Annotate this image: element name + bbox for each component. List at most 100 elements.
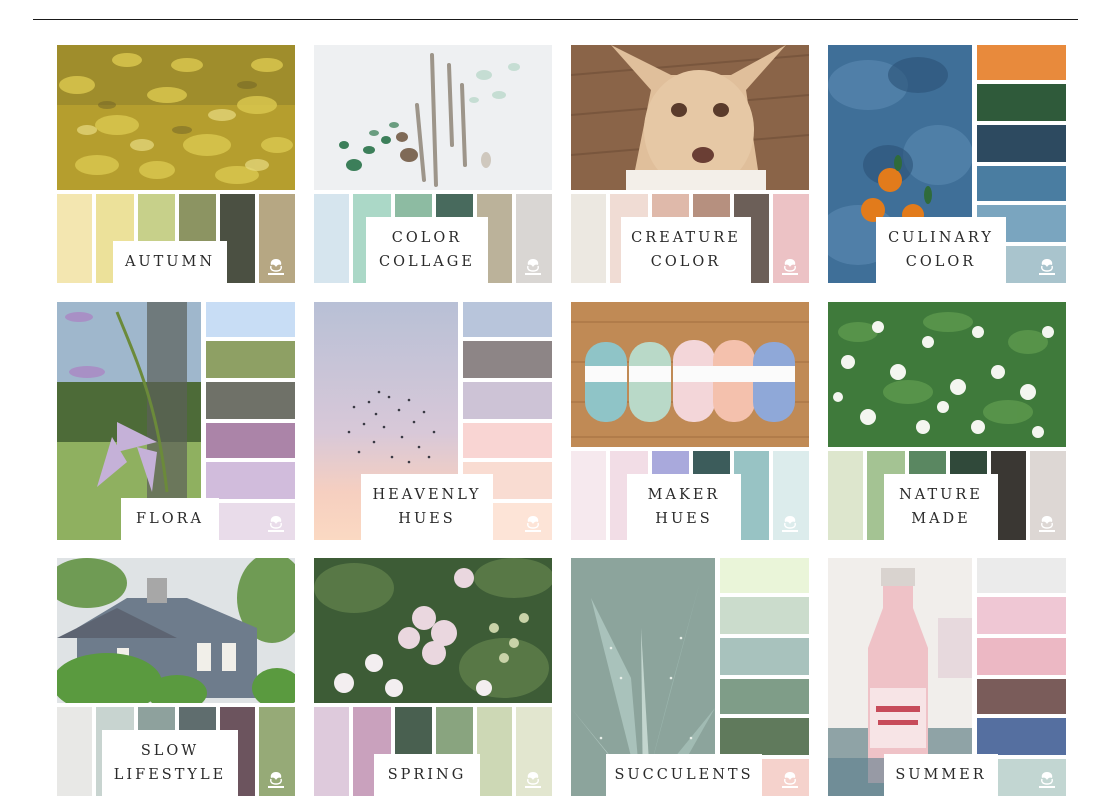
color-collage-photo (314, 45, 552, 190)
spring-title-line-1: SPRING (387, 767, 467, 783)
palette-card-succulents[interactable]: SUCCULENTS (571, 558, 809, 796)
flora-swatch-1 (206, 302, 295, 337)
victorian-house-image (57, 558, 295, 703)
creature-color-title-line-1: CREATURE (631, 230, 741, 246)
succulents-swatch-1 (720, 558, 809, 593)
flora-swatch-5 (206, 462, 295, 499)
seeds-logo-icon (777, 770, 803, 790)
seeds-logo-icon (777, 257, 803, 277)
seeds-logo-icon (263, 514, 289, 534)
spring-photo (314, 558, 552, 703)
palette-card-spring[interactable]: SPRING (314, 558, 552, 796)
culinary-color-title: CULINARY COLOR (876, 217, 1006, 283)
heavenly-hues-swatch-3 (463, 382, 552, 419)
summer-swatch-4 (977, 679, 1066, 714)
seeds-logo-icon (520, 257, 546, 277)
summer-title: SUMMER (884, 754, 998, 796)
creature-color-title: CREATURE COLOR (621, 217, 751, 283)
palette-card-color-collage[interactable]: COLOR COLLAGE (314, 45, 552, 283)
heavenly-hues-title: HEAVENLY HUES (361, 474, 493, 540)
heavenly-hues-title-line-1: HEAVENLY (372, 487, 482, 503)
culinary-color-swatch-1 (977, 45, 1066, 80)
summer-swatch-1 (977, 558, 1066, 593)
culinary-color-title-line-2: COLOR (905, 254, 977, 270)
culinary-color-swatch-3 (977, 125, 1066, 162)
palette-card-creature-color[interactable]: CREATURE COLOR (571, 45, 809, 283)
heavenly-hues-swatch-1 (463, 302, 552, 337)
succulents-swatch-4 (720, 679, 809, 714)
culinary-color-title-line-1: CULINARY (888, 230, 994, 246)
chihuahua-image (571, 45, 809, 190)
white-flowers-image (828, 302, 1066, 447)
autumn-swatch-1 (57, 194, 92, 283)
nature-made-title-line-1: NATURE (899, 487, 983, 503)
color-collage-title-line-1: COLOR (391, 230, 463, 246)
creature-color-title-line-2: COLOR (650, 254, 722, 270)
succulents-swatch-5 (720, 718, 809, 755)
nature-made-photo (828, 302, 1066, 447)
creature-color-photo (571, 45, 809, 190)
flora-swatch-3 (206, 382, 295, 419)
succulents-swatch-3 (720, 638, 809, 675)
palette-card-summer[interactable]: SUMMER (828, 558, 1066, 796)
flora-swatch-4 (206, 423, 295, 458)
nature-made-title: NATURE MADE (884, 474, 998, 540)
color-collage-swatch-1 (314, 194, 349, 283)
seeds-logo-icon (520, 514, 546, 534)
maker-hues-photo (571, 302, 809, 447)
seeds-logo-icon (1034, 514, 1060, 534)
culinary-color-swatch-2 (977, 84, 1066, 121)
creature-color-swatch-1 (571, 194, 606, 283)
heavenly-hues-swatch-4 (463, 423, 552, 458)
nature-made-swatch-1 (828, 451, 863, 540)
flora-swatch-2 (206, 341, 295, 378)
hydrangea-image (314, 558, 552, 703)
summer-swatch-5 (977, 718, 1066, 755)
maker-hues-title-line-2: HUES (655, 511, 713, 527)
seeds-logo-icon (777, 514, 803, 534)
seeds-logo-icon (1034, 257, 1060, 277)
slow-lifestyle-title-line-2: LIFESTYLE (113, 767, 227, 783)
maker-hues-swatch-1 (571, 451, 606, 540)
seeds-logo-icon (520, 770, 546, 790)
seeds-logo-icon (1034, 770, 1060, 790)
yarn-skeins-image (571, 302, 809, 447)
autumn-photo (57, 45, 295, 190)
palette-card-maker-hues[interactable]: MAKER HUES (571, 302, 809, 540)
succulents-title: SUCCULENTS (606, 754, 762, 796)
header-divider (33, 19, 1078, 20)
spring-title: SPRING (374, 754, 480, 796)
maker-hues-title: MAKER HUES (627, 474, 741, 540)
heavenly-hues-swatch-2 (463, 341, 552, 378)
sea-glass-driftwood-image (314, 45, 552, 190)
succulents-swatch-2 (720, 597, 809, 634)
autumn-title: AUTUMN (113, 241, 227, 283)
palette-card-flora[interactable]: FLORA (57, 302, 295, 540)
palette-card-heavenly-hues[interactable]: HEAVENLY HUES (314, 302, 552, 540)
spring-swatch-1 (314, 707, 349, 796)
slow-lifestyle-photo (57, 558, 295, 703)
spring-swatch-5 (477, 707, 512, 796)
palette-card-nature-made[interactable]: NATURE MADE (828, 302, 1066, 540)
color-collage-title-line-2: COLLAGE (379, 254, 475, 270)
slow-lifestyle-title-line-1: SLOW (140, 743, 200, 759)
color-collage-title: COLOR COLLAGE (366, 217, 488, 283)
palette-card-culinary-color[interactable]: CULINARY COLOR (828, 45, 1066, 283)
seeds-logo-icon (263, 770, 289, 790)
heavenly-hues-title-line-2: HUES (398, 511, 456, 527)
summer-swatch-3 (977, 638, 1066, 675)
summer-swatch-2 (977, 597, 1066, 634)
maker-hues-title-line-1: MAKER (647, 487, 721, 503)
seeds-logo-icon (263, 257, 289, 277)
summer-title-line-1: SUMMER (895, 767, 987, 783)
palette-card-autumn[interactable]: AUTUMN (57, 45, 295, 283)
slow-lifestyle-swatch-1 (57, 707, 92, 796)
autumn-leaves-image (57, 45, 295, 190)
autumn-title-line-1: AUTUMN (124, 254, 216, 270)
palette-card-slow-lifestyle[interactable]: SLOW LIFESTYLE (57, 558, 295, 796)
succulents-title-line-1: SUCCULENTS (614, 767, 754, 783)
nature-made-title-line-2: MADE (911, 511, 971, 527)
flora-title: FLORA (121, 498, 219, 540)
culinary-color-swatch-4 (977, 166, 1066, 201)
flora-title-line-1: FLORA (136, 511, 204, 527)
